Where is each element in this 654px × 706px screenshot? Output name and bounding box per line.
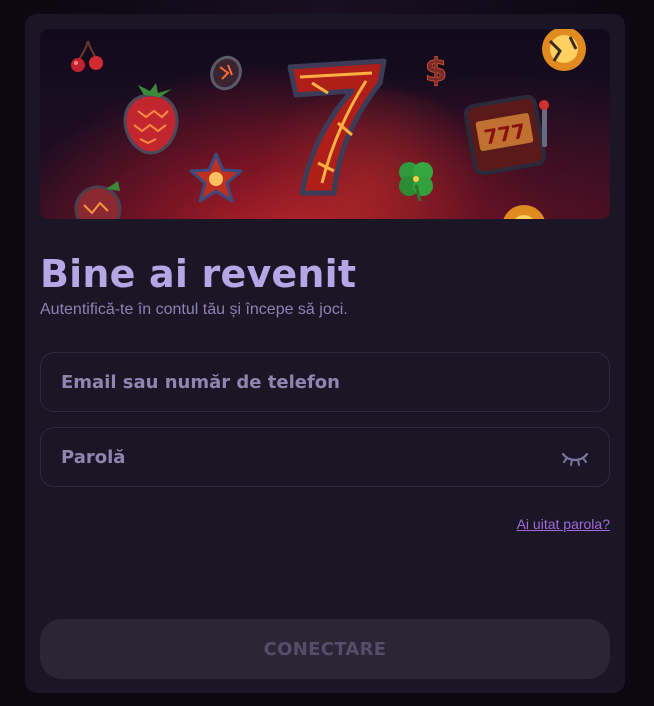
forgot-row: Ai uitat parola?	[40, 516, 610, 534]
svg-text:$: $	[425, 51, 447, 89]
fire-ball-icon	[542, 29, 586, 71]
dollar-icon: $	[424, 51, 447, 90]
page-subtitle: Autentifică-te în contul tău și începe s…	[40, 301, 348, 318]
page-title: Bine ai revenit	[40, 252, 357, 296]
page-backdrop: $ 777 Bine ai revenit Autentifică-te în …	[0, 0, 654, 706]
seven-icon	[287, 58, 387, 196]
plum-icon	[74, 181, 122, 219]
slot-machine-icon: 777	[464, 94, 549, 175]
password-placeholder: Parolă	[61, 446, 126, 468]
cherry-icon	[71, 40, 103, 72]
login-button[interactable]: CONECTARE	[40, 619, 610, 679]
clover-icon	[399, 162, 433, 202]
strawberry-icon	[123, 83, 179, 155]
fire-coin-icon	[210, 55, 242, 91]
password-field[interactable]: Parolă	[40, 427, 610, 487]
email-placeholder: Email sau număr de telefon	[61, 371, 340, 393]
email-field[interactable]: Email sau număr de telefon	[40, 352, 610, 412]
eye-closed-icon[interactable]	[561, 446, 589, 468]
promo-banner: $ 777	[40, 29, 610, 219]
forgot-password-link[interactable]: Ai uitat parola?	[517, 516, 610, 532]
login-modal: $ 777 Bine ai revenit Autentifică-te în …	[25, 14, 625, 693]
fire-ball-small-icon	[503, 205, 545, 219]
star-icon	[189, 152, 243, 203]
